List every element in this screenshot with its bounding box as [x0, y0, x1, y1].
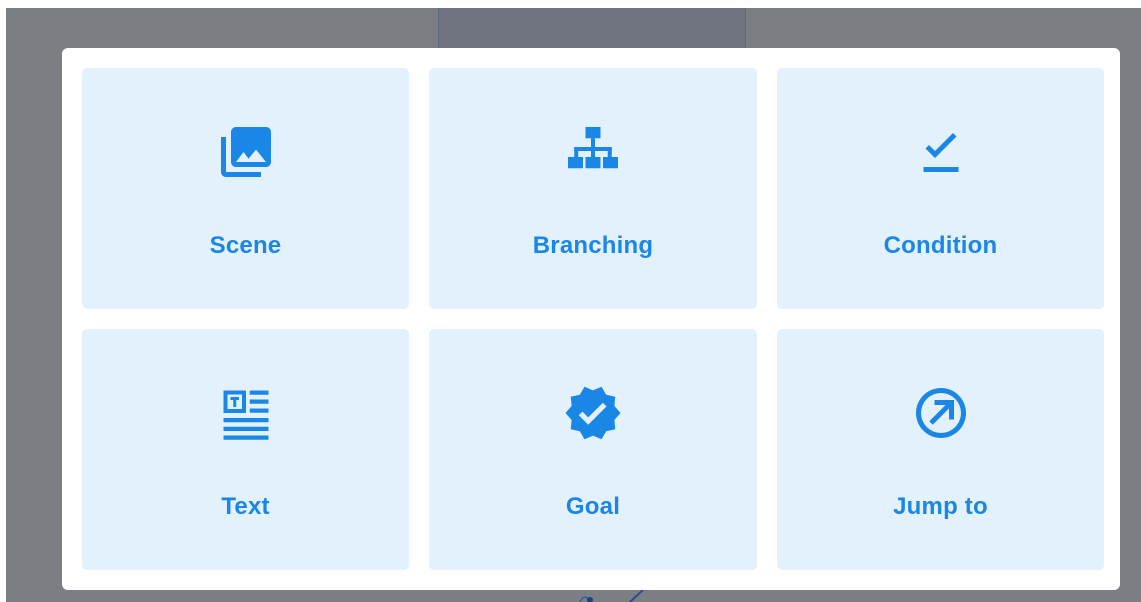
condition-tile[interactable]: Condition [777, 68, 1104, 309]
text-label: Text [221, 493, 270, 520]
scene-label: Scene [209, 232, 282, 259]
node-type-grid: Scene Branching Condition Text Goal Jump… [82, 68, 1104, 570]
condition-label: Condition [883, 232, 998, 259]
verified-badge-icon [561, 381, 625, 445]
check-underline-icon [909, 120, 973, 184]
branching-label: Branching [532, 232, 654, 259]
goal-tile[interactable]: Goal [429, 329, 757, 570]
background-canvas-panel [438, 8, 746, 48]
scene-tile[interactable]: Scene [82, 68, 409, 309]
photo-library-icon [214, 120, 278, 184]
text-article-icon [214, 381, 278, 445]
jump-to-tile[interactable]: Jump to [777, 329, 1104, 570]
arrow-circle-icon [909, 381, 973, 445]
hierarchy-icon [561, 120, 625, 184]
jump-to-label: Jump to [893, 493, 988, 520]
text-tile[interactable]: Text [82, 329, 409, 570]
branching-tile[interactable]: Branching [429, 68, 757, 309]
add-node-dialog: Scene Branching Condition Text Goal Jump… [62, 48, 1120, 590]
goal-label: Goal [565, 493, 621, 520]
